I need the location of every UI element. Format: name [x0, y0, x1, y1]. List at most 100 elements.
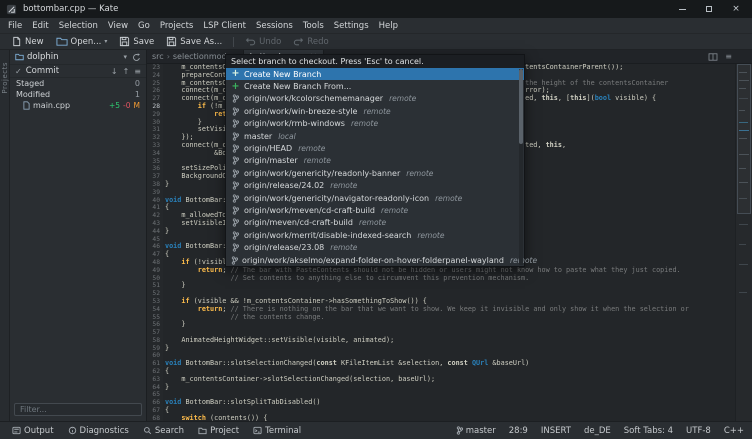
- save-as-button[interactable]: Save As...: [160, 35, 228, 48]
- git-branch-icon: [231, 181, 240, 190]
- minimap-mark: [739, 182, 748, 183]
- branch-item-origin-head[interactable]: origin/HEADremote: [226, 142, 524, 154]
- popup-scrollbar-thumb[interactable]: [519, 69, 523, 144]
- status-tab-settings[interactable]: Soft Tabs: 4: [624, 426, 673, 436]
- split-view-icon[interactable]: [708, 53, 718, 61]
- status-encoding[interactable]: UTF-8: [686, 426, 711, 436]
- menu-item-file[interactable]: File: [3, 19, 27, 33]
- menu-item-lsp-client[interactable]: LSP Client: [198, 19, 251, 33]
- branch-item-origin-work-genericity-readonly-banner[interactable]: origin/work/genericity/readonly-bannerre…: [226, 167, 524, 179]
- branch-name: Create New Branch From...: [244, 82, 351, 91]
- project-name[interactable]: dolphin: [27, 52, 59, 62]
- branch-scope: remote: [359, 218, 386, 227]
- branch-item-origin-work-rmb-windows[interactable]: origin/work/rmb-windowsremote: [226, 118, 524, 130]
- line-number: 43: [147, 220, 160, 228]
- branch-item-origin-work-genericity-navigator-readonly-icon[interactable]: origin/work/genericity/navigator-readonl…: [226, 192, 524, 204]
- branch-name: origin/work/akselmo/expand-folder-on-hov…: [242, 256, 504, 265]
- plus-icon: +: [231, 82, 240, 92]
- file-row-main-cpp[interactable]: main.cpp +5 -0 M: [10, 100, 146, 111]
- breadcrumb-src[interactable]: src: [152, 52, 164, 61]
- menu-item-edit[interactable]: Edit: [27, 19, 53, 33]
- branch-scope: remote: [389, 94, 416, 103]
- undo-button[interactable]: Undo: [239, 36, 287, 48]
- branch-name: origin/work/win-breeze-style: [244, 107, 357, 116]
- status-input-mode[interactable]: INSERT: [541, 426, 571, 436]
- menu-item-go[interactable]: Go: [133, 19, 155, 33]
- status-git-branch[interactable]: master: [456, 426, 496, 436]
- branch-scope: remote: [406, 169, 433, 178]
- line-number: 26: [147, 87, 160, 95]
- menu-item-tools[interactable]: Tools: [298, 19, 329, 33]
- line-number: 53: [147, 298, 160, 306]
- branch-item-origin-release-23-08[interactable]: origin/release/23.08remote: [226, 241, 524, 253]
- menu-item-selection[interactable]: Selection: [54, 19, 103, 33]
- git-group-modified[interactable]: Modified 1: [10, 89, 146, 100]
- menu-item-view[interactable]: View: [103, 19, 133, 33]
- branch-item-origin-work-meven-cd-craft-build[interactable]: origin/work/meven/cd-craft-buildremote: [226, 204, 524, 216]
- git-branch-icon: [231, 218, 240, 227]
- git-group-staged[interactable]: Staged 0: [10, 78, 146, 89]
- branch-item-origin-work-merrit-disable-indexed-search[interactable]: origin/work/merrit/disable-indexed-searc…: [226, 229, 524, 241]
- plus-icon: +: [231, 69, 240, 79]
- minimap-mark: [739, 292, 747, 293]
- statusbar-tab-project[interactable]: Project: [192, 424, 245, 438]
- popup-scrollbar[interactable]: [519, 69, 523, 265]
- menu-item-help[interactable]: Help: [374, 19, 403, 33]
- line-number: 67: [147, 407, 160, 415]
- git-menu-icon[interactable]: ≡: [134, 67, 141, 76]
- new-button[interactable]: New: [5, 35, 50, 48]
- title-bar: bottombar.cpp — Kate ×: [0, 0, 752, 18]
- new-document-icon: [11, 36, 22, 47]
- git-push-icon[interactable]: ↑: [123, 67, 130, 76]
- search-icon: [143, 426, 152, 435]
- modified-count: 1: [135, 90, 140, 99]
- menu-item-sessions[interactable]: Sessions: [251, 19, 298, 33]
- statusbar-tab-label: Terminal: [265, 426, 301, 436]
- git-pull-icon[interactable]: ↓: [111, 67, 118, 76]
- branch-item-origin-work-kcolorschememanager[interactable]: origin/work/kcolorschememanagerremote: [226, 93, 524, 105]
- branch-item-master[interactable]: masterlocal: [226, 130, 524, 142]
- statusbar-tab-terminal[interactable]: Terminal: [247, 424, 307, 438]
- status-highlight-mode[interactable]: C++: [724, 426, 744, 436]
- save-button[interactable]: Save: [113, 35, 160, 48]
- open-button[interactable]: Open... ▾: [50, 35, 114, 48]
- redo-button[interactable]: Redo: [287, 36, 334, 48]
- minimize-button[interactable]: [677, 4, 687, 14]
- branch-item-origin-release-24-02[interactable]: origin/release/24.02remote: [226, 180, 524, 192]
- branch-action-create-new-branch[interactable]: +Create New Branch: [226, 68, 524, 80]
- left-sidebar-strip: Projects: [0, 50, 10, 421]
- branch-scope: remote: [330, 181, 357, 190]
- menu-item-settings[interactable]: Settings: [329, 19, 374, 33]
- branch-item-origin-work-win-breeze-style[interactable]: origin/work/win-breeze-styleremote: [226, 105, 524, 117]
- commit-button[interactable]: Commit: [26, 66, 59, 76]
- line-number: 55: [147, 314, 160, 322]
- chevron-down-icon[interactable]: ▾: [123, 53, 127, 61]
- branch-item-origin-work-akselmo-expand-folder-on-hover-folderpanel-wayland[interactable]: origin/work/akselmo/expand-folder-on-hov…: [226, 254, 524, 266]
- branch-name: origin/meven/cd-craft-build: [244, 218, 353, 227]
- statusbar-tab-search[interactable]: Search: [137, 424, 190, 438]
- filter-input[interactable]: [14, 403, 142, 416]
- minimap[interactable]: [735, 64, 752, 421]
- menu-item-projects[interactable]: Projects: [155, 19, 199, 33]
- branch-action-create-new-branch-from[interactable]: + Create New Branch From...: [226, 80, 524, 92]
- statusbar-tab-diagnostics[interactable]: Diagnostics: [62, 424, 135, 438]
- line-number: 30: [147, 119, 160, 127]
- breadcrumb-selectionmode[interactable]: selectionmode: [173, 52, 232, 61]
- line-number: 39: [147, 189, 160, 197]
- status-value: de_DE: [584, 426, 611, 436]
- git-branch-icon: [231, 231, 240, 240]
- status-value: C++: [724, 426, 744, 436]
- tab-menu-icon[interactable]: ≡: [725, 52, 732, 61]
- branch-item-origin-meven-cd-craft-build[interactable]: origin/meven/cd-craft-build remote: [226, 217, 524, 229]
- status-dictionary[interactable]: de_DE: [584, 426, 611, 436]
- git-branch-icon: [231, 107, 240, 116]
- close-button[interactable]: ×: [731, 4, 741, 14]
- refresh-icon[interactable]: [132, 53, 141, 62]
- status-bar: OutputDiagnosticsSearchProject Terminal m…: [0, 421, 752, 439]
- output-icon: [12, 426, 21, 435]
- status-cursor-position[interactable]: 28:9: [509, 426, 528, 436]
- maximize-button[interactable]: [704, 4, 714, 14]
- branch-item-origin-master[interactable]: origin/masterremote: [226, 155, 524, 167]
- statusbar-tab-output[interactable]: Output: [6, 424, 60, 438]
- sidebar-tab-projects[interactable]: Projects: [1, 62, 9, 94]
